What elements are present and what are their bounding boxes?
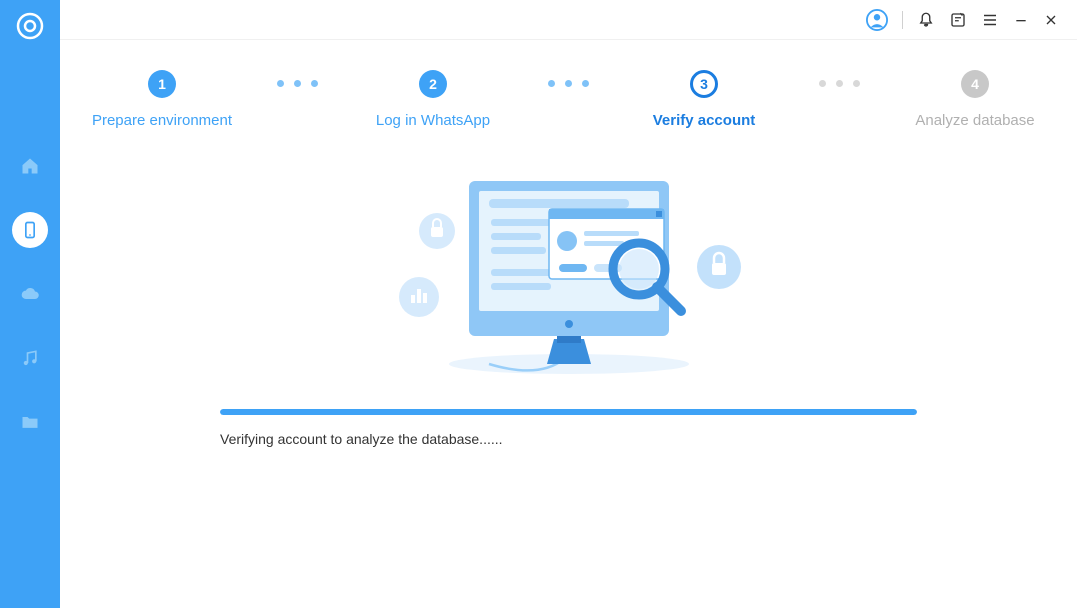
main-area: 1 Prepare environment 2 Log in WhatsApp … (60, 0, 1077, 608)
divider (902, 11, 903, 29)
step-indicator: 1 Prepare environment 2 Log in WhatsApp … (60, 40, 1077, 129)
menu-icon (981, 11, 999, 29)
step-badge: 1 (148, 70, 176, 98)
progress-fill (220, 409, 917, 415)
bell-icon (917, 11, 935, 29)
step-dots (548, 80, 589, 87)
feedback-button[interactable] (949, 11, 967, 29)
topbar (60, 0, 1077, 40)
account-button[interactable] (866, 9, 888, 31)
nav-cloud[interactable] (12, 276, 48, 312)
step-4: 4 Analyze database (890, 70, 1060, 129)
notification-button[interactable] (917, 11, 935, 29)
minimize-button[interactable] (1013, 12, 1029, 28)
step-label: Log in WhatsApp (376, 112, 490, 129)
close-button[interactable] (1043, 12, 1059, 28)
nav-home[interactable] (12, 148, 48, 184)
menu-button[interactable] (981, 11, 999, 29)
user-icon (866, 9, 888, 31)
nav-folder[interactable] (12, 404, 48, 440)
step-dots (277, 80, 318, 87)
close-icon (1043, 12, 1059, 28)
step-badge: 3 (690, 70, 718, 98)
home-icon (20, 156, 40, 176)
device-icon (20, 220, 40, 240)
sidebar (0, 0, 60, 608)
nav-device[interactable] (12, 212, 48, 248)
note-icon (949, 11, 967, 29)
step-label: Prepare environment (92, 112, 232, 129)
progress-area: Verifying account to analyze the databas… (60, 389, 1077, 447)
nav-music[interactable] (12, 340, 48, 376)
cloud-icon (20, 284, 40, 304)
status-text: Verifying account to analyze the databas… (220, 431, 917, 447)
verify-illustration (60, 169, 1077, 389)
step-badge: 4 (961, 70, 989, 98)
folder-icon (20, 412, 40, 432)
step-1: 1 Prepare environment (77, 70, 247, 129)
step-label: Verify account (653, 112, 756, 129)
step-2: 2 Log in WhatsApp (348, 70, 518, 129)
music-icon (20, 348, 40, 368)
step-dots (819, 80, 860, 87)
step-label: Analyze database (915, 112, 1034, 129)
step-3: 3 Verify account (619, 70, 789, 129)
minimize-icon (1013, 12, 1029, 28)
step-badge: 2 (419, 70, 447, 98)
app-logo (16, 12, 44, 40)
progress-bar (220, 409, 917, 415)
